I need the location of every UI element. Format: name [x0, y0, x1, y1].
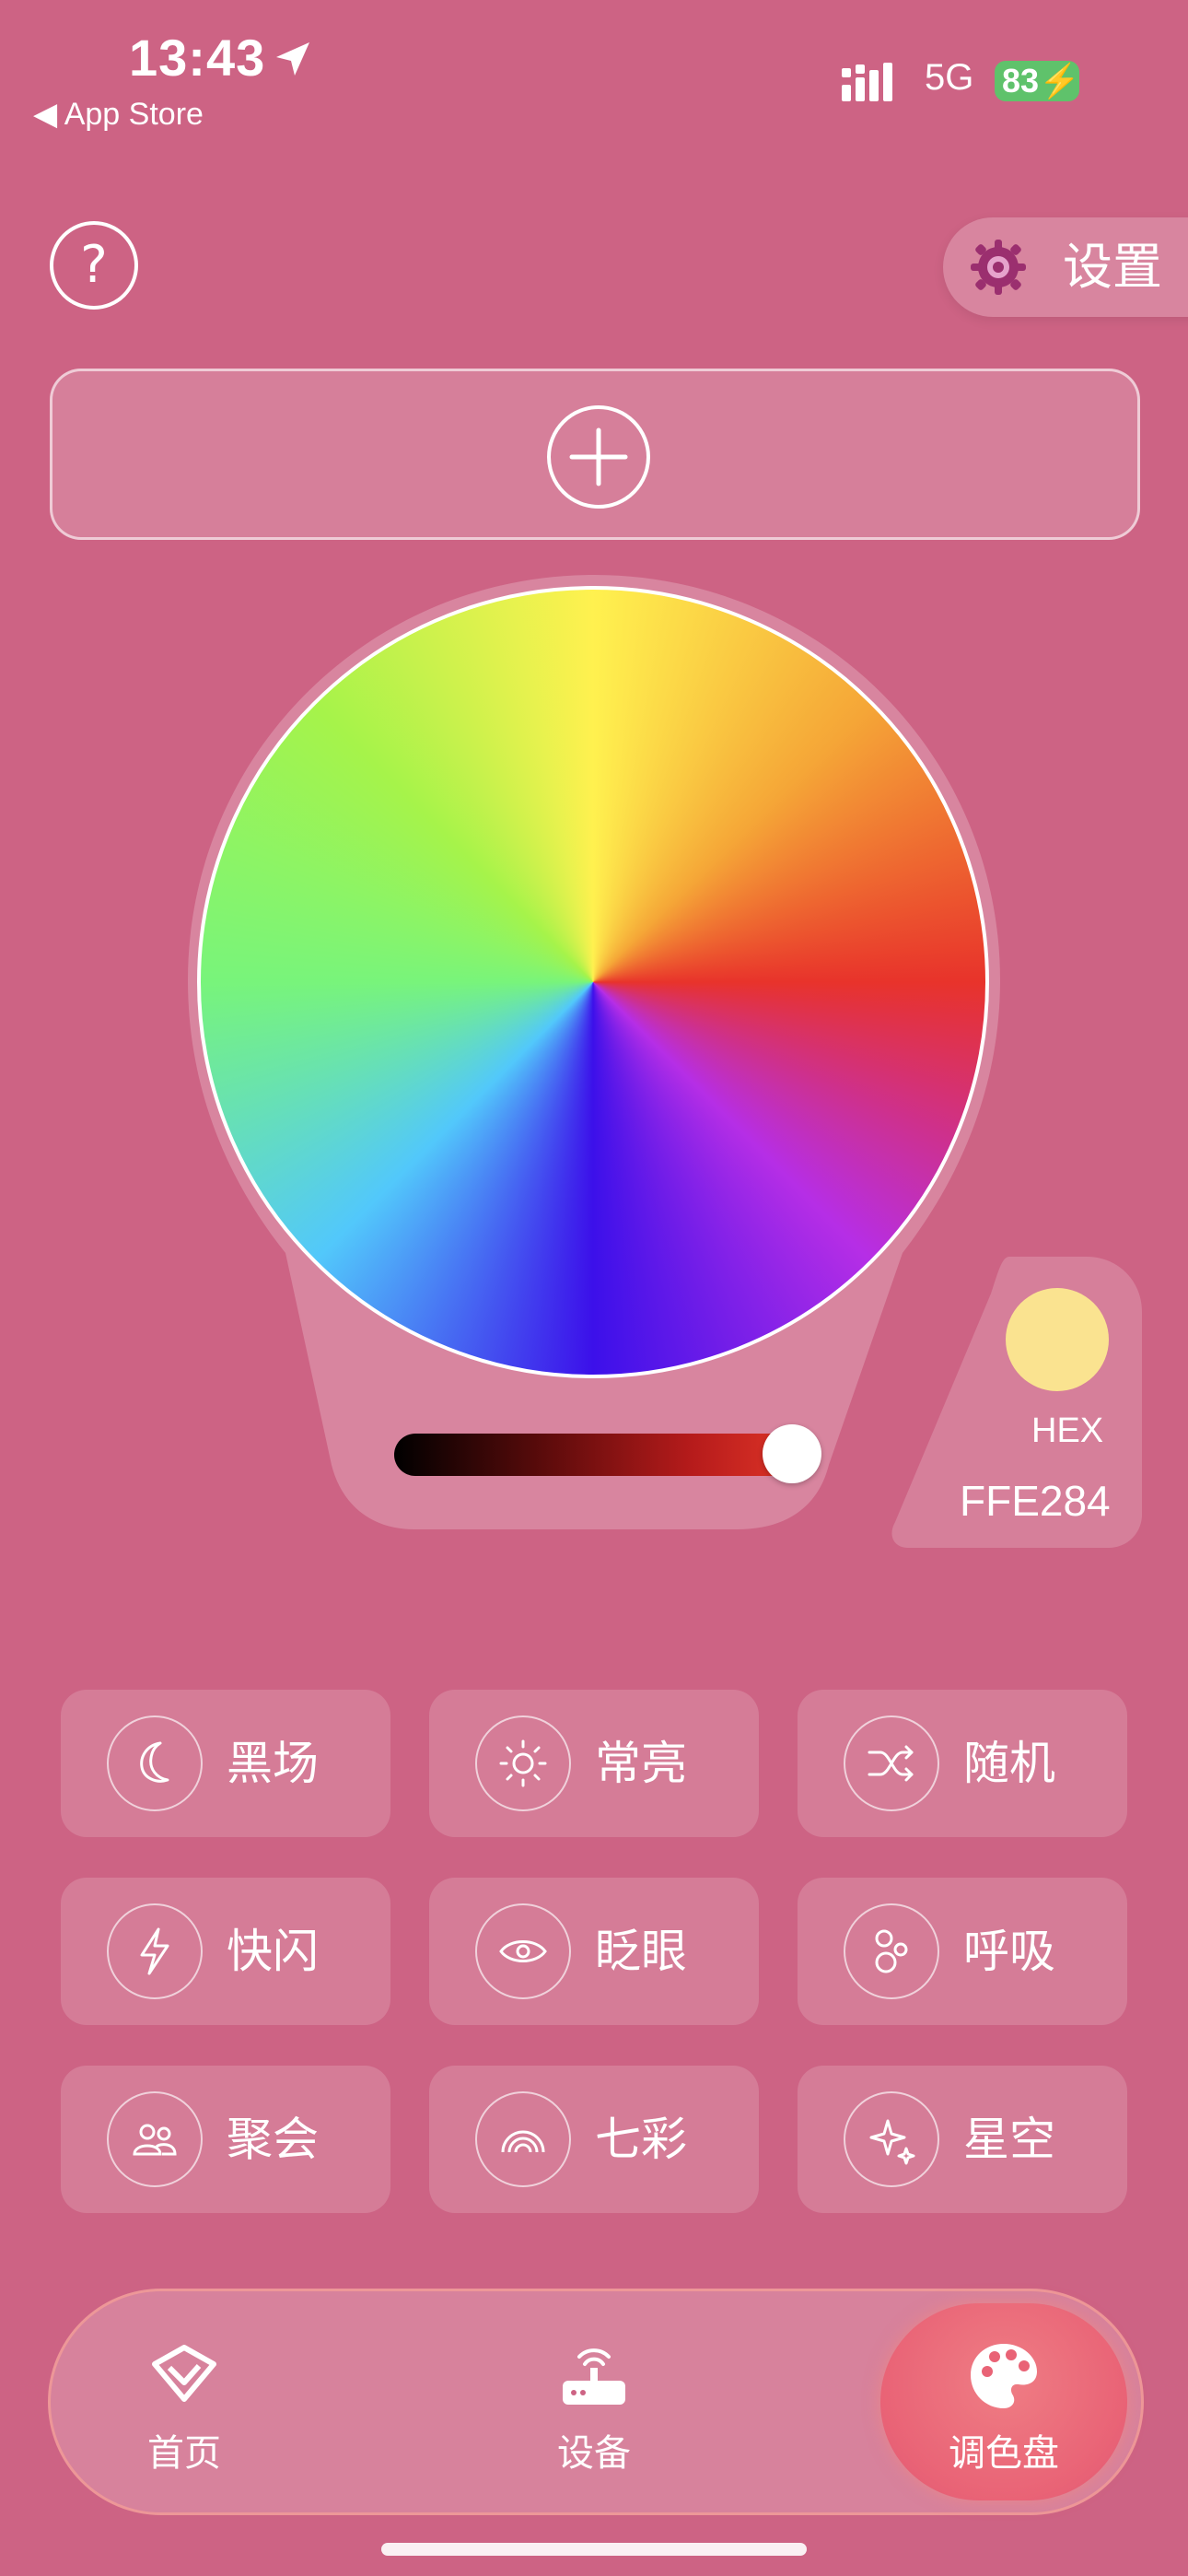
mode-button-starry[interactable]: 星空: [798, 2066, 1127, 2213]
location-arrow-icon: [276, 42, 309, 76]
brightness-slider-handle[interactable]: [763, 1424, 821, 1483]
nav-item-home[interactable]: 首页: [64, 2289, 304, 2515]
status-time: 13:43: [129, 29, 266, 87]
mode-label: 七彩: [595, 2113, 687, 2166]
plus-circle-icon: [547, 405, 650, 509]
home-logo-icon: [152, 2345, 216, 2402]
color-wheel[interactable]: [197, 586, 989, 1378]
mode-button-party[interactable]: 聚会: [61, 2066, 390, 2213]
mode-button-random[interactable]: 随机: [798, 1690, 1127, 1837]
battery-level: 83: [1002, 62, 1040, 100]
settings-button[interactable]: 设置: [943, 217, 1188, 317]
moon-icon: [107, 1715, 203, 1811]
people-icon: [107, 2091, 203, 2187]
sparkles-icon: [844, 2091, 939, 2187]
nav-item-devices[interactable]: 设备: [474, 2289, 714, 2515]
add-device-button[interactable]: [50, 369, 1140, 540]
router-icon: [563, 2348, 625, 2405]
selected-color-swatch: [1006, 1288, 1109, 1391]
mode-button-rainbow[interactable]: 七彩: [429, 2066, 759, 2213]
mode-button-blink[interactable]: 眨眼: [429, 1878, 759, 2025]
mode-button-steady[interactable]: 常亮: [429, 1690, 759, 1837]
sun-icon: [475, 1715, 571, 1811]
nav-label: 设备: [557, 2432, 631, 2475]
mode-label: 随机: [963, 1737, 1055, 1790]
bubbles-icon: [844, 1903, 939, 1999]
mode-button-blackout[interactable]: 黑场: [61, 1690, 390, 1837]
signal-icon: [842, 63, 892, 101]
charging-bolt-icon: ⚡: [1039, 62, 1080, 100]
mode-label: 快闪: [227, 1925, 319, 1978]
mode-label: 呼吸: [963, 1925, 1055, 1978]
lightning-icon: [107, 1903, 203, 1999]
mode-label: 常亮: [595, 1737, 687, 1790]
home-indicator: [381, 2543, 807, 2556]
mode-button-breathe[interactable]: 呼吸: [798, 1878, 1127, 2025]
nav-item-palette[interactable]: 调色盘: [884, 2289, 1124, 2515]
back-to-app-store[interactable]: ◀ App Store: [33, 96, 204, 133]
gear-icon: [971, 240, 1026, 295]
mode-label: 星空: [963, 2113, 1055, 2166]
nav-label: 首页: [147, 2432, 221, 2475]
mode-label: 眨眼: [595, 1925, 687, 1978]
eye-icon: [475, 1903, 571, 1999]
hex-value[interactable]: FFE284: [960, 1476, 1111, 1526]
brightness-slider[interactable]: [394, 1434, 820, 1476]
mode-label: 聚会: [227, 2113, 319, 2166]
palette-icon: [971, 2344, 1037, 2408]
battery-indicator: 83⚡: [995, 61, 1080, 101]
nav-label: 调色盘: [949, 2432, 1059, 2475]
mode-label: 黑场: [227, 1737, 319, 1790]
hex-label: HEX: [1031, 1411, 1104, 1450]
settings-label: 设置: [1063, 238, 1162, 296]
rainbow-icon: [475, 2091, 571, 2187]
shuffle-icon: [844, 1715, 939, 1811]
help-button[interactable]: ?: [50, 221, 138, 310]
network-type: 5G: [925, 57, 974, 98]
mode-button-flash[interactable]: 快闪: [61, 1878, 390, 2025]
